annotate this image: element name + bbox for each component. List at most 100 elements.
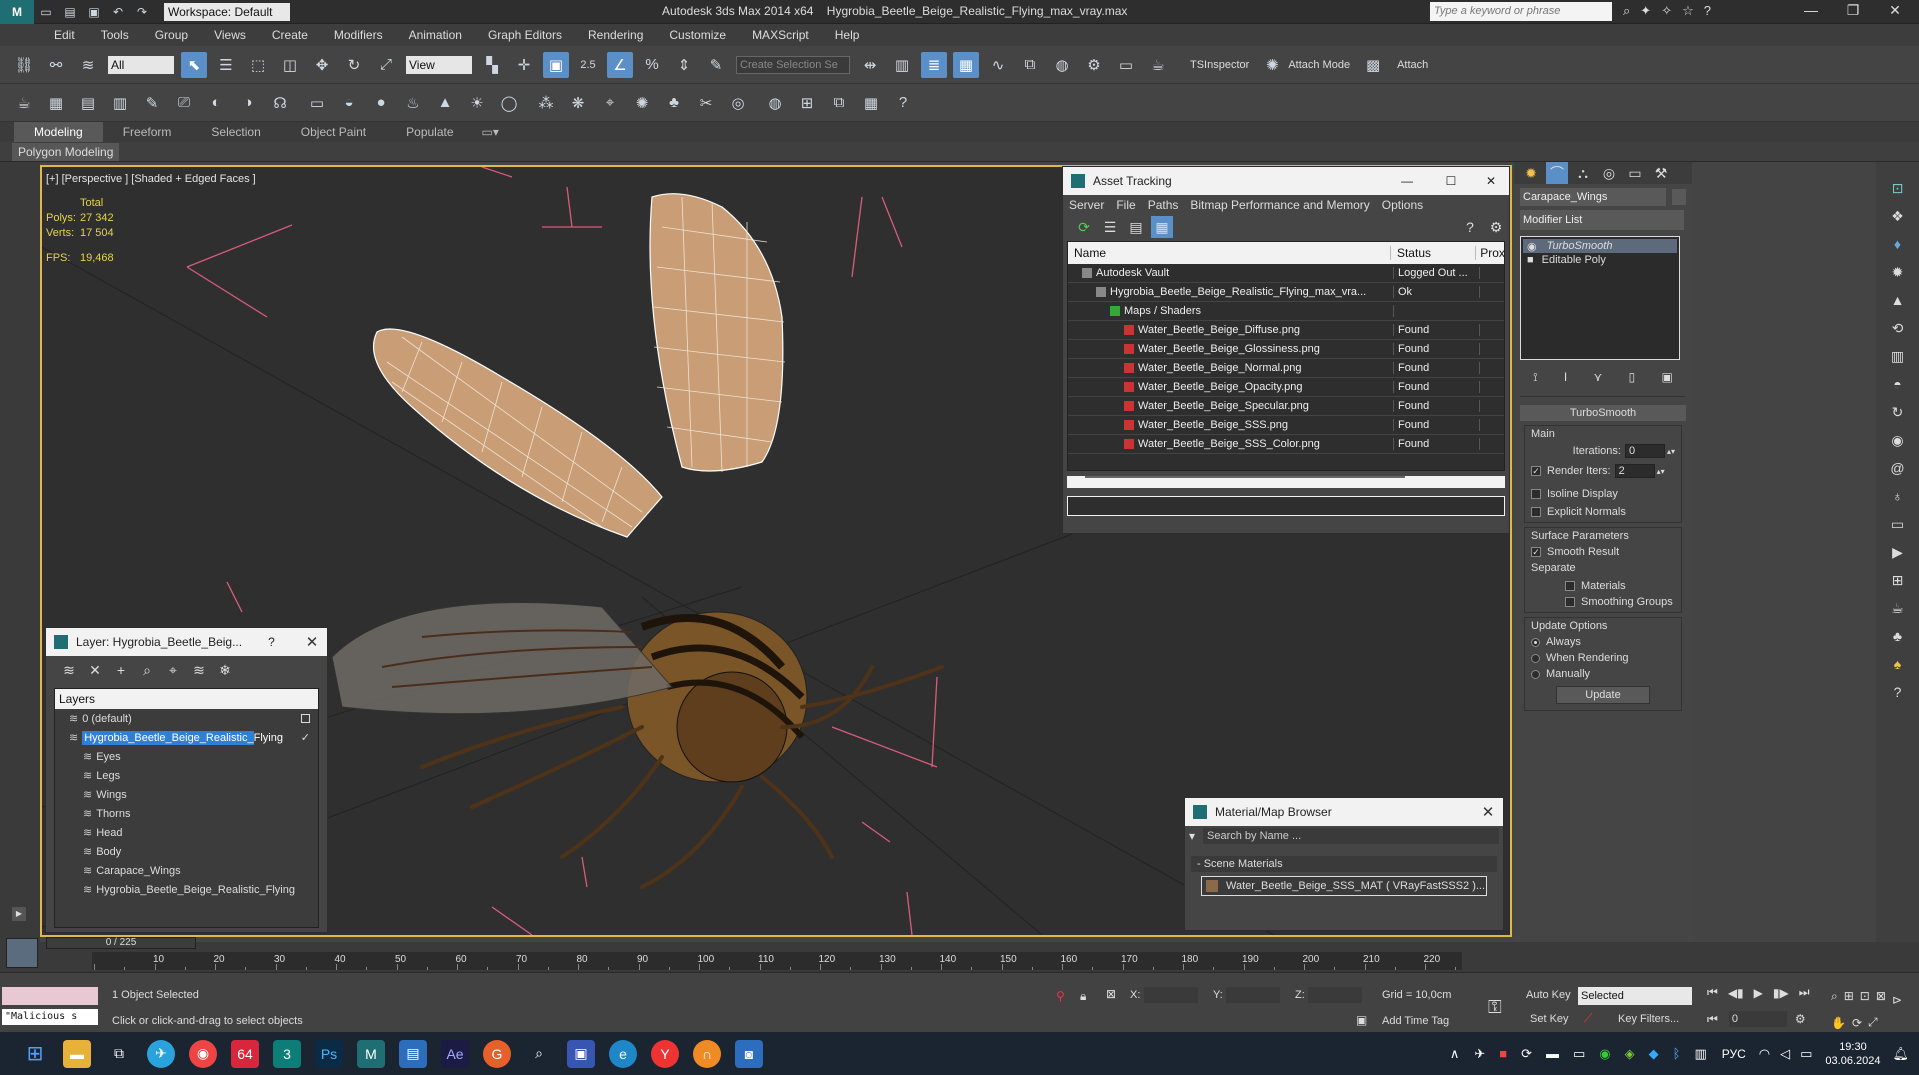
tab-modeling[interactable]: Modeling (14, 122, 103, 142)
menu-modifiers[interactable]: Modifiers (334, 28, 383, 42)
vray-grass-icon[interactable]: ♣ (661, 90, 687, 116)
material-search-input[interactable]: Search by Name ... (1203, 828, 1499, 844)
percent-snap-icon[interactable]: % (639, 52, 665, 78)
set-key-button[interactable]: Set Key (1530, 1013, 1569, 1025)
help-icon[interactable]: ? (1704, 3, 1711, 19)
asset-menu-options[interactable]: Options (1382, 198, 1423, 212)
layer-titlebar[interactable]: Layer: Hygrobia_Beetle_Beig... ? ✕ (46, 628, 327, 656)
undo-icon[interactable]: ↶ (109, 0, 127, 25)
tray-whatsapp-icon[interactable]: ◉ (1599, 1046, 1610, 1062)
menu-group[interactable]: Group (155, 28, 188, 42)
layer-item[interactable]: ≋ 0 (default) (55, 709, 318, 728)
stack-item-editable-poly[interactable]: ■ Editable Poly (1523, 253, 1677, 267)
y-coordinate-field[interactable] (1226, 987, 1280, 1003)
attach-mode-icon[interactable]: ✺ (1259, 52, 1285, 78)
asset-settings-icon[interactable]: ⚙ (1485, 216, 1507, 238)
tray-display-icon[interactable]: ▭ (1573, 1046, 1585, 1062)
modify-tab-icon[interactable]: ⌒ (1546, 162, 1568, 184)
checker-icon[interactable]: ▩ (1360, 52, 1386, 78)
telegram-icon[interactable]: ✈ (147, 1039, 175, 1068)
open-file-icon[interactable]: ▤ (61, 0, 79, 25)
asset-row[interactable]: Water_Beetle_Beige_Diffuse.png Found (1068, 321, 1504, 340)
sun-icon[interactable]: ☀ (464, 90, 490, 116)
vray-render-icon[interactable]: ▶ (1887, 541, 1909, 563)
configure-sets-icon[interactable]: ▣ (1661, 370, 1672, 384)
new-layer-icon[interactable]: ≋ (58, 659, 80, 681)
app-logo-icon[interactable]: M (0, 0, 34, 24)
list-view-icon[interactable]: ☰ (1099, 216, 1121, 238)
iterations-spin-arrows-icon[interactable]: ▴▾ (1667, 447, 1675, 456)
maxscript-listener[interactable] (2, 987, 98, 1005)
vray-swirl-icon[interactable]: @ (1887, 457, 1909, 479)
select-by-name-icon[interactable]: ☰ (213, 52, 239, 78)
after-effects-icon[interactable]: Ae (441, 1039, 469, 1068)
display-tab-icon[interactable]: ▭ (1624, 162, 1646, 184)
timeline-thumbnail[interactable] (6, 938, 38, 968)
menu-tools[interactable]: Tools (101, 28, 129, 42)
material-section-header[interactable]: - Scene Materials (1191, 856, 1497, 872)
create-tab-icon[interactable]: ✹ (1520, 162, 1542, 184)
ambient-light-icon[interactable]: ◯ (496, 90, 522, 116)
vray-hair-icon[interactable]: ✂ (693, 90, 719, 116)
3dsmax-icon[interactable]: M (357, 1039, 385, 1068)
edit-named-selection-icon[interactable]: ✎ (703, 52, 729, 78)
tray-bluetooth-icon[interactable]: ᛒ (1673, 1046, 1681, 1061)
highlight-layer-icon[interactable]: ⌖ (162, 659, 184, 681)
vfb-icon[interactable]: ⊞ (794, 90, 820, 116)
fov-icon[interactable]: ⊳ (1892, 993, 1902, 1007)
vray-frame-icon[interactable]: ⎚ (171, 90, 197, 116)
plane-icon[interactable]: ▭ (304, 90, 330, 116)
vray-sphere-icon[interactable]: ✺ (629, 90, 655, 116)
layer-close-icon[interactable]: ✕ (297, 633, 327, 651)
always-radio[interactable] (1531, 637, 1540, 647)
column-status[interactable]: Status (1391, 246, 1477, 260)
rendered-frame-icon[interactable]: ▭ (1113, 52, 1139, 78)
asset-help-icon[interactable]: ? (1459, 216, 1481, 238)
vray-plane-strip-icon[interactable]: ⊞ (1887, 569, 1909, 591)
link-icon[interactable]: ⛓ (11, 52, 37, 78)
tray-network-icon[interactable]: ▥ (1694, 1046, 1706, 1062)
menu-views[interactable]: Views (214, 28, 246, 42)
select-rotate-icon[interactable]: ↻ (341, 52, 367, 78)
asset-path-field[interactable] (1067, 496, 1505, 516)
binoculars-icon[interactable]: ⌕ (1623, 3, 1630, 19)
modifier-list-dropdown[interactable]: Modifier List (1520, 210, 1684, 230)
dome-light-icon[interactable]: ◒ (336, 90, 362, 116)
tray-wifi-icon[interactable]: ◠ (1759, 1046, 1770, 1062)
headphones-icon[interactable]: ∩ (693, 1039, 721, 1068)
layer-item[interactable]: ≋ Hygrobia_Beetle_Beige_Realistic_Flying ✓ (55, 728, 318, 747)
close-icon[interactable]: ✕ (1874, 2, 1916, 19)
absolute-mode-icon[interactable]: ⊠ (1106, 987, 1116, 1001)
x-coordinate-field[interactable] (1144, 987, 1198, 1003)
polygon-modeling-label[interactable]: Polygon Modeling (12, 142, 120, 161)
render-iters-spinner[interactable]: 2 (1614, 464, 1655, 478)
add-to-layer-icon[interactable]: + (110, 659, 132, 681)
tray-nvidia-icon[interactable]: ◈ (1625, 1046, 1635, 1062)
schematic-view-icon[interactable]: ⧉ (1017, 52, 1043, 78)
tab-object-paint[interactable]: Object Paint (281, 122, 386, 142)
tsinspector-label[interactable]: TSInspector (1190, 59, 1249, 71)
asset-row[interactable]: Water_Beetle_Beige_SSS_Color.png Found (1068, 435, 1504, 454)
vray-camera-icon[interactable]: ⊡ (1887, 177, 1909, 199)
pivot-icon[interactable]: ▚ (479, 52, 505, 78)
select-move-icon[interactable]: ✥ (309, 52, 335, 78)
windows-start-icon[interactable]: ⊞ (21, 1040, 49, 1068)
select-manipulate-icon[interactable]: ✛ (511, 52, 537, 78)
time-config-icon[interactable]: ⚙ (1795, 1012, 1806, 1026)
viewport-label[interactable]: [+] [Perspective ] [Shaded + Edged Faces… (46, 173, 256, 185)
tray-sync-icon[interactable]: ⟳ (1521, 1046, 1532, 1062)
edge-icon[interactable]: e (609, 1039, 637, 1068)
menu-help[interactable]: Help (835, 28, 860, 42)
named-selection-dropdown[interactable]: Create Selection Se (736, 55, 850, 74)
ribbon-options-icon[interactable]: ▭▾ (474, 122, 507, 142)
tray-telegram-icon[interactable]: ✈ (1474, 1046, 1485, 1062)
when-rendering-radio[interactable] (1531, 653, 1540, 663)
smooth-result-checkbox[interactable]: ✓ (1531, 547, 1541, 557)
turbosmooth-rollout-header[interactable]: TurboSmooth (1520, 405, 1686, 421)
attach-mode-label[interactable]: Attach Mode (1288, 59, 1350, 71)
language-indicator[interactable]: РУС (1722, 1047, 1746, 1061)
key-mode-dropdown[interactable]: Selected (1578, 987, 1692, 1005)
vray-plane-icon[interactable]: ⌖ (597, 90, 623, 116)
key-tangent-icon[interactable]: ⟋ (1584, 1011, 1592, 1026)
add-time-tag[interactable]: Add Time Tag (1382, 1015, 1449, 1027)
